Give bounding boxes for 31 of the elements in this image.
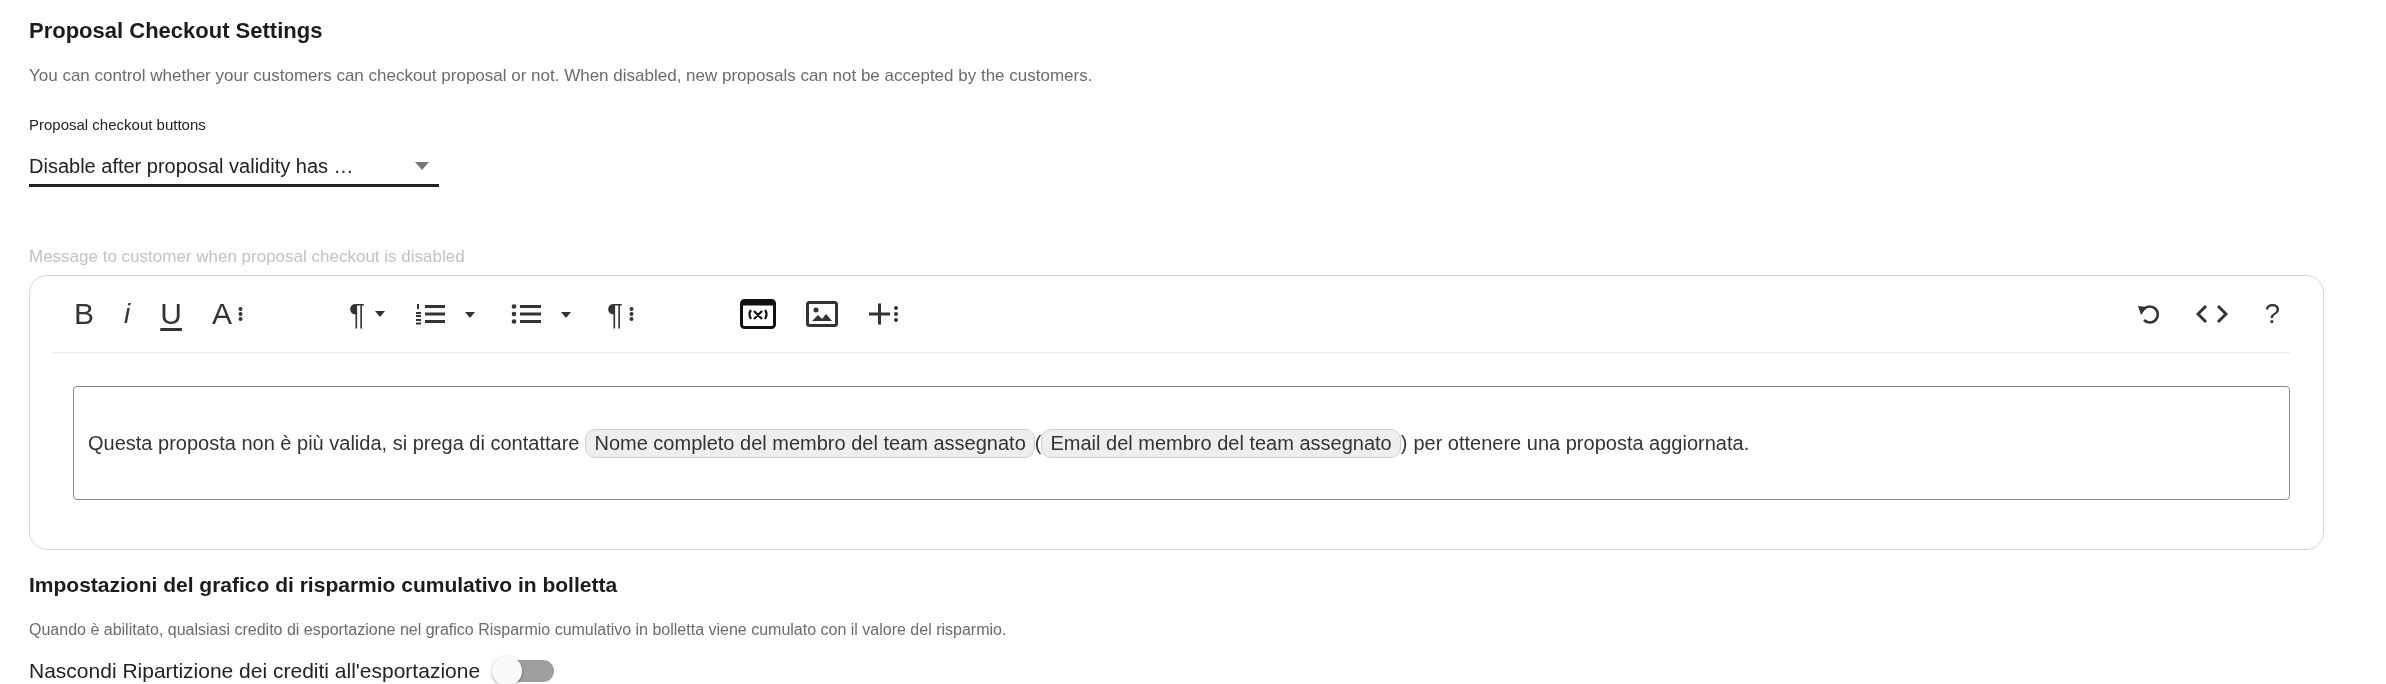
underline-button[interactable]: U bbox=[160, 297, 182, 331]
italic-button[interactable]: i bbox=[124, 297, 131, 331]
editor-text: ( bbox=[1034, 431, 1042, 455]
more-dots-icon bbox=[237, 306, 243, 322]
code-icon[interactable] bbox=[2196, 304, 2229, 324]
help-button[interactable]: ? bbox=[2264, 297, 2280, 331]
paragraph-button[interactable]: ¶ bbox=[348, 297, 386, 331]
image-icon[interactable] bbox=[806, 301, 839, 327]
field-label: Proposal checkout buttons bbox=[29, 116, 207, 134]
more-options-button[interactable]: ¶ bbox=[607, 297, 635, 331]
editor-content-box[interactable]: Questa proposta non è più valida, si prega di contattare Nome completo del membro del team assegnato ( Email del membro del team assegnato ) per ottenere una proposta aggiornata. bbox=[73, 386, 2290, 500]
insert-icon[interactable] bbox=[868, 302, 901, 326]
section-description: Quando è abilitato, qualsiasi credito di esportazione nel grafico Risparmio cumulativo in bolletta viene cumulato con il valore del risparmio. bbox=[29, 620, 1008, 640]
caret-icon bbox=[375, 311, 386, 317]
section-title: Proposal Checkout Settings bbox=[29, 18, 324, 44]
select-dropdown[interactable]: Disable after proposal validity has … bbox=[29, 154, 439, 187]
editor-text: Questa proposta non è più valida, si prega di contattare bbox=[88, 431, 580, 455]
editor-text: ) bbox=[1400, 431, 1408, 455]
bold-button[interactable]: B bbox=[74, 297, 94, 331]
undo-icon[interactable] bbox=[2136, 302, 2161, 326]
field-label: Message to customer when proposal checkout is disabled bbox=[29, 247, 466, 267]
section-description: You can control whether your customers can checkout proposal or not. When disabled, new proposals can not be accepted by the customers. bbox=[29, 66, 1094, 86]
more-options-button[interactable]: A bbox=[211, 297, 243, 331]
caret-icon bbox=[415, 162, 429, 170]
variable-icon[interactable] bbox=[740, 299, 777, 329]
merge-tag[interactable]: Nome completo del membro del team assegnato bbox=[585, 428, 1035, 458]
merge-tag[interactable]: Email del membro del team assegnato bbox=[1041, 428, 1401, 458]
toggle-label: Nascondi Ripartizione dei crediti all'esportazione bbox=[29, 658, 481, 684]
editor-text: per ottenere una proposta aggiornata. bbox=[1413, 431, 1750, 455]
more-dots-icon bbox=[629, 306, 635, 322]
section-title: Impostazioni del grafico di risparmio cumulativo in bolletta bbox=[29, 572, 619, 598]
